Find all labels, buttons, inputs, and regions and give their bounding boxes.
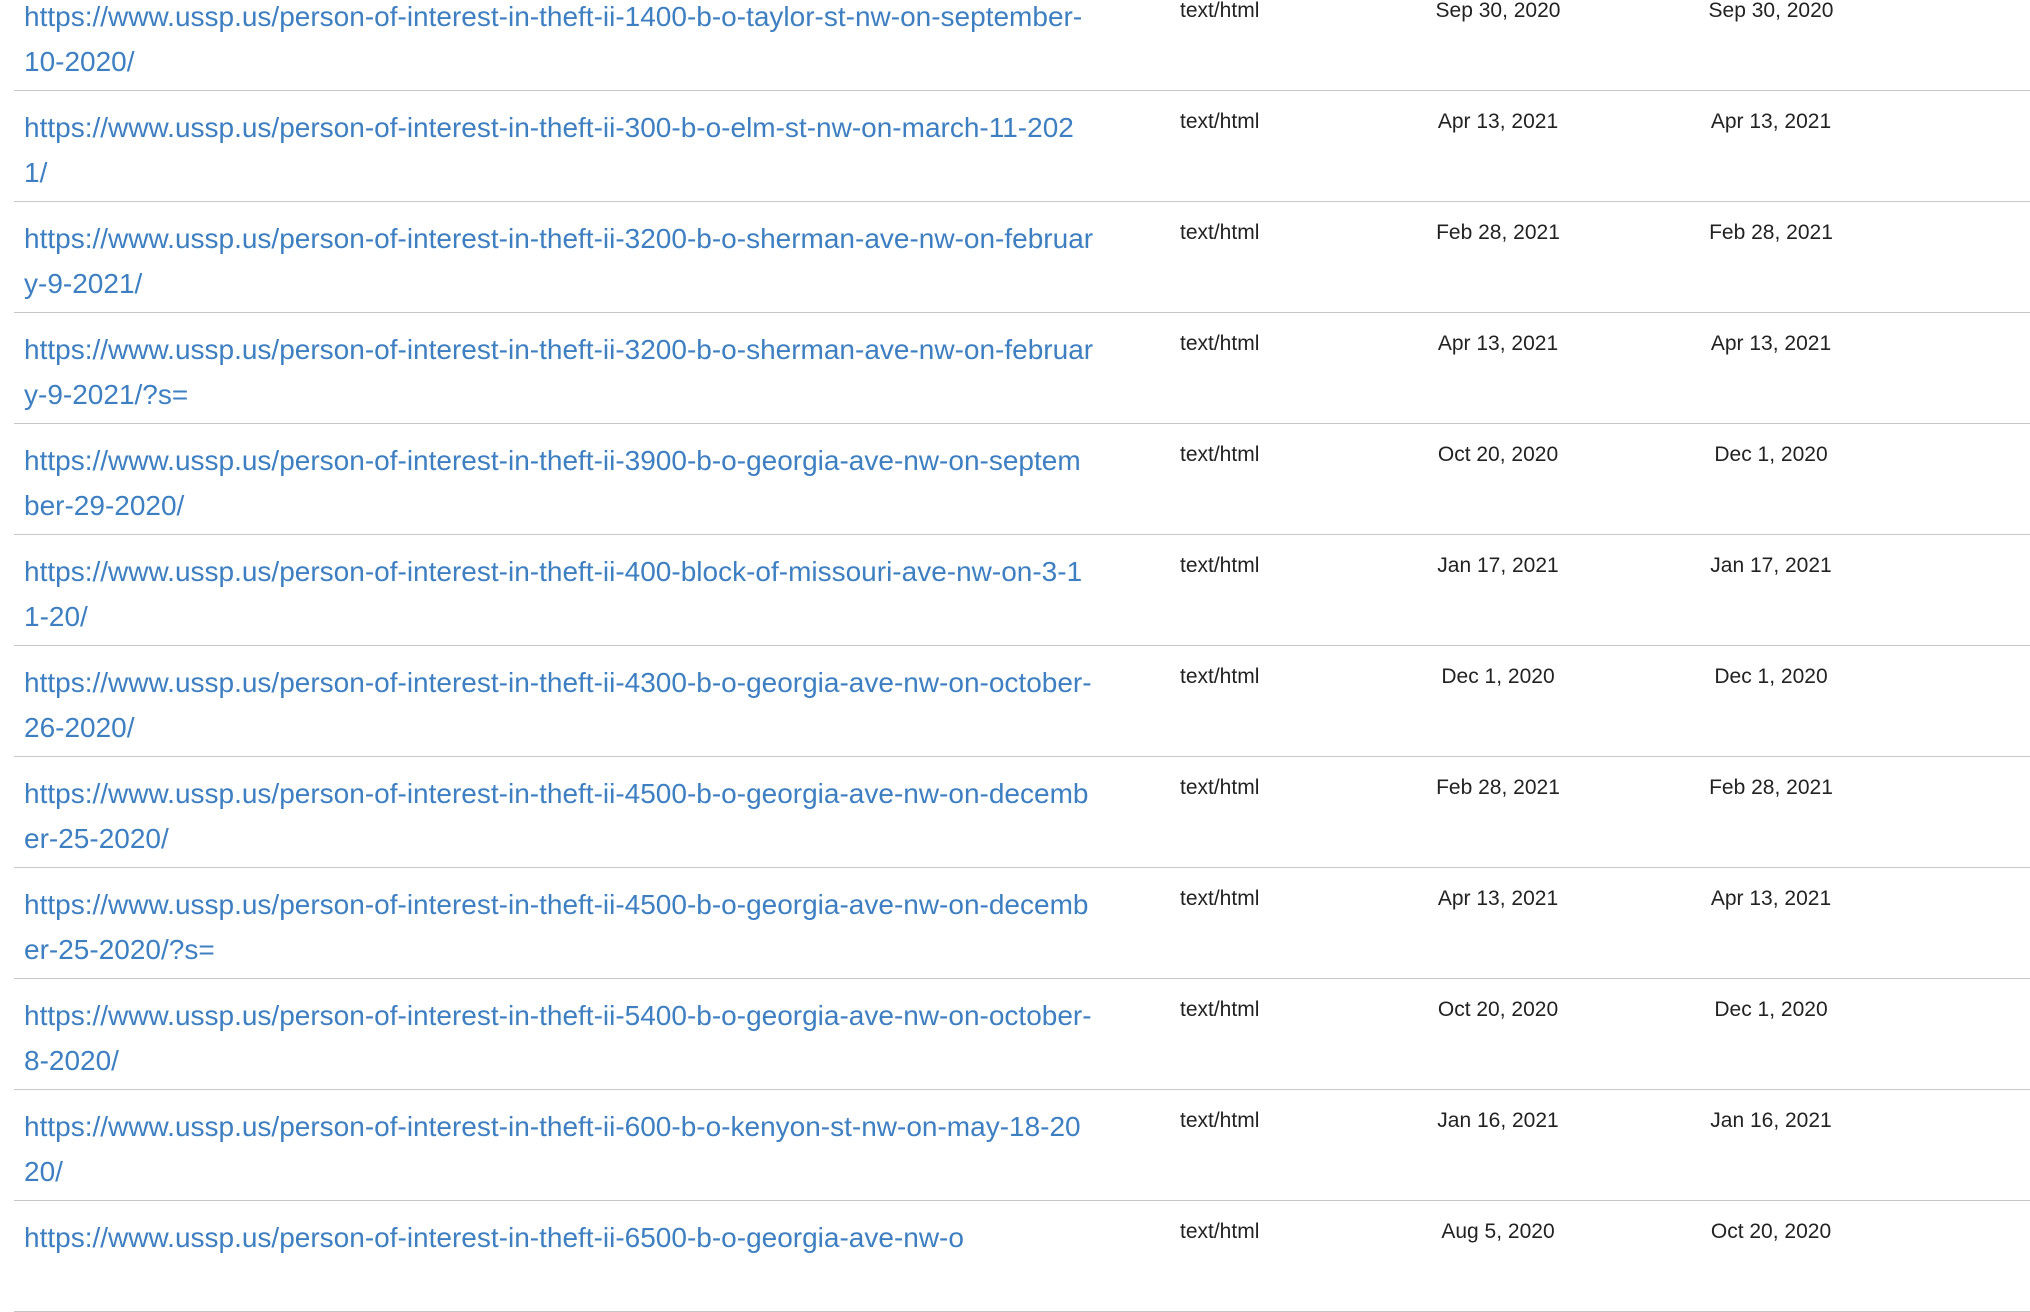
table-row: https://www.ussp.us/person-of-interest-i… — [14, 535, 2030, 646]
table-row: https://www.ussp.us/person-of-interest-i… — [14, 91, 2030, 202]
mime-type: text/html — [1180, 665, 1260, 688]
first-capture-date: Sep 30, 2020 — [1435, 0, 1561, 22]
first-capture-date: Dec 1, 2020 — [1441, 665, 1555, 688]
first-capture-date: Apr 13, 2021 — [1437, 110, 1559, 133]
url-link[interactable]: https://www.ussp.us/person-of-interest-i… — [24, 0, 1094, 84]
table-row: https://www.ussp.us/person-of-interest-i… — [14, 1201, 2030, 1312]
url-link[interactable]: https://www.ussp.us/person-of-interest-i… — [24, 216, 1094, 306]
mime-type: text/html — [1180, 998, 1260, 1021]
table-row: https://www.ussp.us/person-of-interest-i… — [14, 0, 2030, 91]
table-row: https://www.ussp.us/person-of-interest-i… — [14, 757, 2030, 868]
url-link[interactable]: https://www.ussp.us/person-of-interest-i… — [24, 993, 1094, 1083]
url-link[interactable]: https://www.ussp.us/person-of-interest-i… — [24, 549, 1094, 639]
table-row: https://www.ussp.us/person-of-interest-i… — [14, 646, 2030, 757]
last-capture-date: Jan 17, 2021 — [1710, 554, 1832, 577]
last-capture-date: Oct 20, 2020 — [1710, 1220, 1832, 1243]
last-capture-date: Sep 30, 2020 — [1708, 0, 1834, 22]
table-row: https://www.ussp.us/person-of-interest-i… — [14, 868, 2030, 979]
first-capture-date: Apr 13, 2021 — [1437, 332, 1559, 355]
last-capture-date: Feb 28, 2021 — [1709, 221, 1833, 244]
last-capture-date: Apr 13, 2021 — [1710, 887, 1832, 910]
first-capture-date: Oct 20, 2020 — [1437, 998, 1559, 1021]
last-capture-date: Apr 13, 2021 — [1710, 332, 1832, 355]
table-row: https://www.ussp.us/person-of-interest-i… — [14, 979, 2030, 1090]
first-capture-date: Jan 16, 2021 — [1437, 1109, 1559, 1132]
mime-type: text/html — [1180, 221, 1260, 244]
url-link[interactable]: https://www.ussp.us/person-of-interest-i… — [24, 660, 1094, 750]
last-capture-date: Dec 1, 2020 — [1714, 665, 1828, 688]
first-capture-date: Feb 28, 2021 — [1436, 221, 1560, 244]
mime-type: text/html — [1180, 443, 1260, 466]
mime-type: text/html — [1180, 554, 1260, 577]
last-capture-date: Dec 1, 2020 — [1714, 443, 1828, 466]
first-capture-date: Feb 28, 2021 — [1436, 776, 1560, 799]
url-link[interactable]: https://www.ussp.us/person-of-interest-i… — [24, 105, 1094, 195]
first-capture-date: Oct 20, 2020 — [1437, 443, 1559, 466]
last-capture-date: Feb 28, 2021 — [1709, 776, 1833, 799]
url-link[interactable]: https://www.ussp.us/person-of-interest-i… — [24, 771, 1094, 861]
url-link[interactable]: https://www.ussp.us/person-of-interest-i… — [24, 438, 1094, 528]
last-capture-date: Apr 13, 2021 — [1710, 110, 1832, 133]
first-capture-date: Aug 5, 2020 — [1441, 1220, 1555, 1243]
last-capture-date: Jan 16, 2021 — [1710, 1109, 1832, 1132]
table-row: https://www.ussp.us/person-of-interest-i… — [14, 424, 2030, 535]
mime-type: text/html — [1180, 1220, 1260, 1243]
url-link[interactable]: https://www.ussp.us/person-of-interest-i… — [24, 882, 1094, 972]
mime-type: text/html — [1180, 0, 1260, 22]
table-row: https://www.ussp.us/person-of-interest-i… — [14, 313, 2030, 424]
first-capture-date: Jan 17, 2021 — [1437, 554, 1559, 577]
mime-type: text/html — [1180, 776, 1260, 799]
url-link[interactable]: https://www.ussp.us/person-of-interest-i… — [24, 1215, 1094, 1260]
table-row: https://www.ussp.us/person-of-interest-i… — [14, 202, 2030, 313]
url-link[interactable]: https://www.ussp.us/person-of-interest-i… — [24, 327, 1094, 417]
mime-type: text/html — [1180, 110, 1260, 133]
table-row: https://www.ussp.us/person-of-interest-i… — [14, 1090, 2030, 1201]
mime-type: text/html — [1180, 1109, 1260, 1132]
mime-type: text/html — [1180, 887, 1260, 910]
last-capture-date: Dec 1, 2020 — [1714, 998, 1828, 1021]
first-capture-date: Apr 13, 2021 — [1437, 887, 1559, 910]
url-link[interactable]: https://www.ussp.us/person-of-interest-i… — [24, 1104, 1094, 1194]
url-results-table: https://www.ussp.us/person-of-interest-i… — [14, 0, 2030, 1312]
mime-type: text/html — [1180, 332, 1260, 355]
